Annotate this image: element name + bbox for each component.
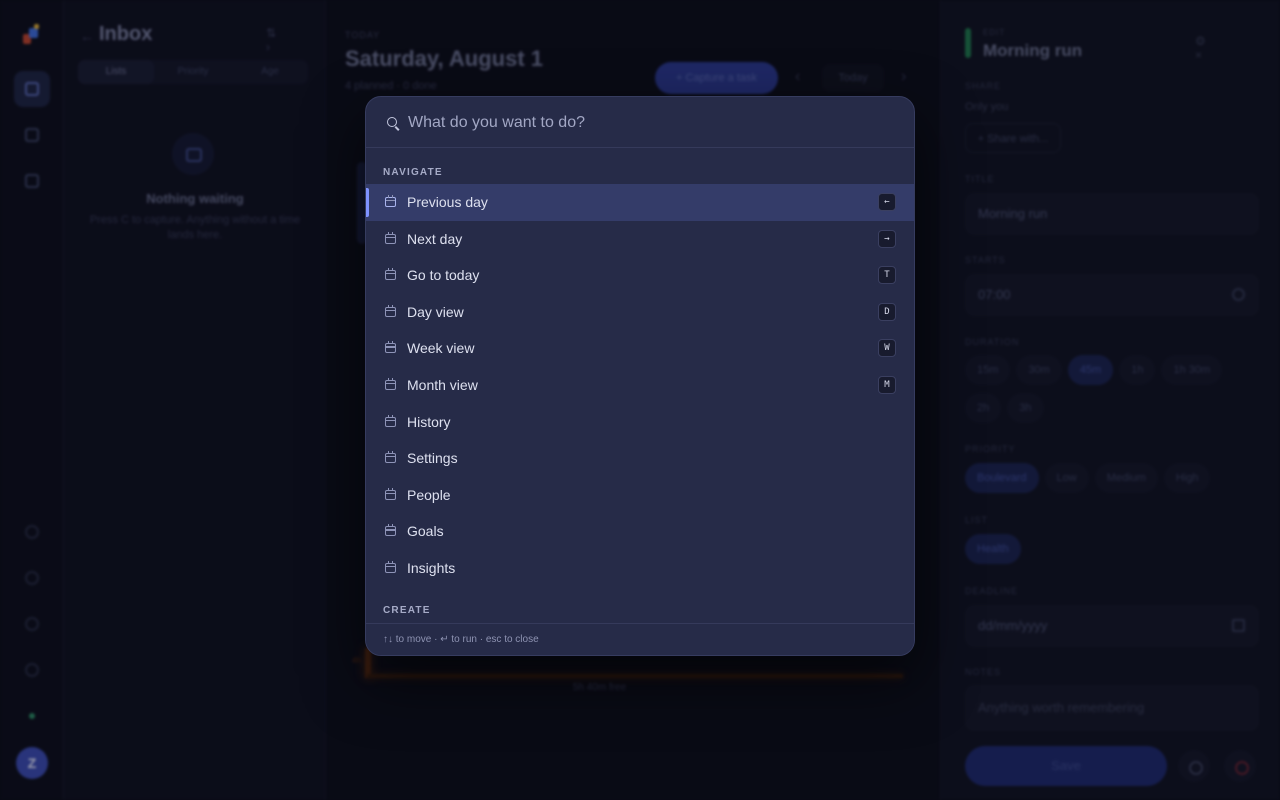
- palette-footer: ↑↓ to move · ↵ to run · esc to close: [366, 623, 914, 655]
- command-item-next-day[interactable]: Next day →: [366, 221, 914, 258]
- command-item-settings[interactable]: Settings: [366, 440, 914, 477]
- command-item-month-view[interactable]: Month view M: [366, 367, 914, 404]
- command-item-people[interactable]: People: [366, 477, 914, 514]
- calendar-icon: [385, 560, 396, 573]
- command-item-label: Previous day: [407, 194, 488, 210]
- calendar-icon: [385, 451, 396, 464]
- command-item-week-view[interactable]: Week view W: [366, 330, 914, 367]
- calendar-icon: [385, 414, 396, 427]
- group-label-create: CREATE: [383, 604, 431, 616]
- shortcut-key: T: [878, 266, 896, 285]
- command-item-day-view[interactable]: Day view D: [366, 294, 914, 331]
- command-item-label: Next day: [407, 230, 463, 247]
- calendar-icon: [385, 195, 396, 207]
- command-list: NAVIGATE Previous day ← Next day → Go to toda…: [366, 149, 914, 623]
- command-palette: NAVIGATE Previous day ← Next day → Go to toda…: [365, 96, 915, 656]
- command-item-go-to-today[interactable]: Go to today T: [366, 257, 914, 294]
- command-item-label: Insights: [407, 559, 456, 576]
- command-item-goals[interactable]: Goals: [366, 513, 914, 550]
- calendar-icon: [385, 377, 396, 390]
- command-item-insights[interactable]: Insights: [366, 550, 914, 587]
- command-item-label: Week view: [407, 340, 475, 357]
- shortcut-key: D: [878, 302, 896, 321]
- command-item-previous-day[interactable]: Previous day ←: [366, 184, 914, 221]
- command-item-label: People: [407, 486, 451, 503]
- calendar-icon: [385, 268, 396, 281]
- calendar-icon: [385, 524, 396, 537]
- shortcut-key: M: [878, 375, 896, 394]
- command-search-input[interactable]: [408, 109, 888, 137]
- group-label-navigate: NAVIGATE: [383, 167, 443, 178]
- shortcut-key: →: [878, 229, 896, 248]
- palette-footer-hint: ↑↓ to move · ↵ to run · esc to close: [383, 634, 539, 645]
- command-item-label: Settings: [407, 450, 458, 467]
- command-item-label: Day view: [407, 303, 464, 320]
- command-item-label: History: [407, 413, 451, 430]
- search-icon: [387, 117, 397, 127]
- command-item-label: Goals: [407, 523, 444, 540]
- shortcut-key: W: [878, 339, 896, 358]
- calendar-icon: [385, 304, 396, 317]
- command-item-label: Month view: [407, 376, 478, 393]
- calendar-icon: [385, 231, 396, 244]
- shortcut-key: ←: [878, 193, 896, 211]
- palette-search-row: [366, 97, 914, 148]
- calendar-icon: [385, 341, 396, 354]
- command-item-label: Go to today: [407, 267, 480, 284]
- calendar-icon: [385, 487, 396, 500]
- command-item-history[interactable]: History: [366, 404, 914, 441]
